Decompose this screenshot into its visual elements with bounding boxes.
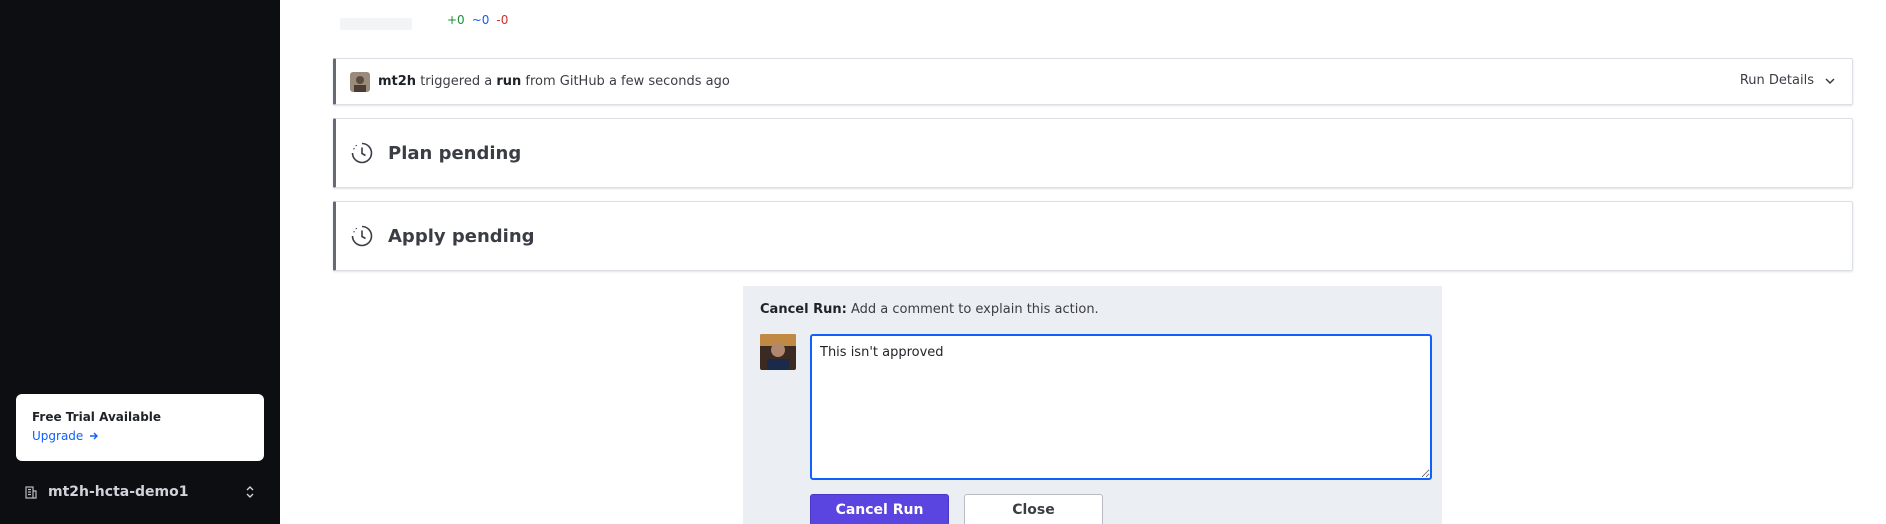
run-details-toggle[interactable]: Run Details [1740, 73, 1836, 88]
cancel-run-panel: Cancel Run: Add a comment to explain thi… [743, 286, 1442, 524]
run-user[interactable]: mt2h [378, 74, 416, 89]
run-details-label: Run Details [1739, 73, 1814, 88]
clock-icon [351, 142, 373, 164]
clock-icon [351, 225, 373, 247]
upgrade-link[interactable]: Upgrade [32, 428, 248, 444]
run-text-mid: triggered a [420, 74, 493, 89]
run-trigger-bar: mt2h triggered a run from GitHub a few s… [333, 58, 1853, 105]
avatar [760, 334, 796, 370]
org-name: mt2h-hcta-demo1 [48, 484, 189, 500]
org-switcher[interactable]: mt2h-hcta-demo1 [16, 478, 264, 506]
sidebar: Free Trial Available Upgrade mt2h-hcta-d… [0, 0, 280, 524]
plan-pending-card[interactable]: Plan pending [333, 118, 1853, 188]
upgrade-label: Upgrade [32, 429, 84, 443]
building-icon [25, 486, 37, 499]
main-content: +0 ~0 -0 mt2h triggered a run from GitHu… [280, 0, 1886, 524]
run-text-end: from GitHub a few seconds ago [525, 74, 730, 89]
apply-pending-card[interactable]: Apply pending [333, 201, 1853, 271]
cancel-run-button[interactable]: Cancel Run [810, 494, 949, 524]
avatar [350, 71, 370, 92]
cancel-run-hint: Add a comment to explain this action. [850, 302, 1099, 317]
free-trial-card: Free Trial Available Upgrade [16, 394, 264, 461]
destroy-count: -0 [496, 13, 509, 27]
close-button[interactable]: Close [964, 494, 1103, 524]
cancel-run-header: Cancel Run: Add a comment to explain thi… [760, 300, 1425, 320]
cancel-run-title: Cancel Run: [760, 302, 847, 317]
comment-textarea[interactable]: This isn't approved [810, 334, 1432, 480]
resource-diff-counts: +0 ~0 -0 [447, 13, 508, 27]
change-count: ~0 [471, 13, 490, 27]
run-link[interactable]: run [496, 74, 521, 89]
resource-placeholder [340, 18, 412, 30]
chevron-down-icon [1825, 77, 1835, 84]
chevron-up-down-icon [246, 486, 254, 498]
arrow-right-icon [90, 432, 99, 440]
trial-title: Free Trial Available [32, 410, 162, 424]
plan-status-label: Plan pending [388, 142, 522, 164]
add-count: +0 [447, 13, 465, 27]
apply-status-label: Apply pending [388, 225, 535, 247]
